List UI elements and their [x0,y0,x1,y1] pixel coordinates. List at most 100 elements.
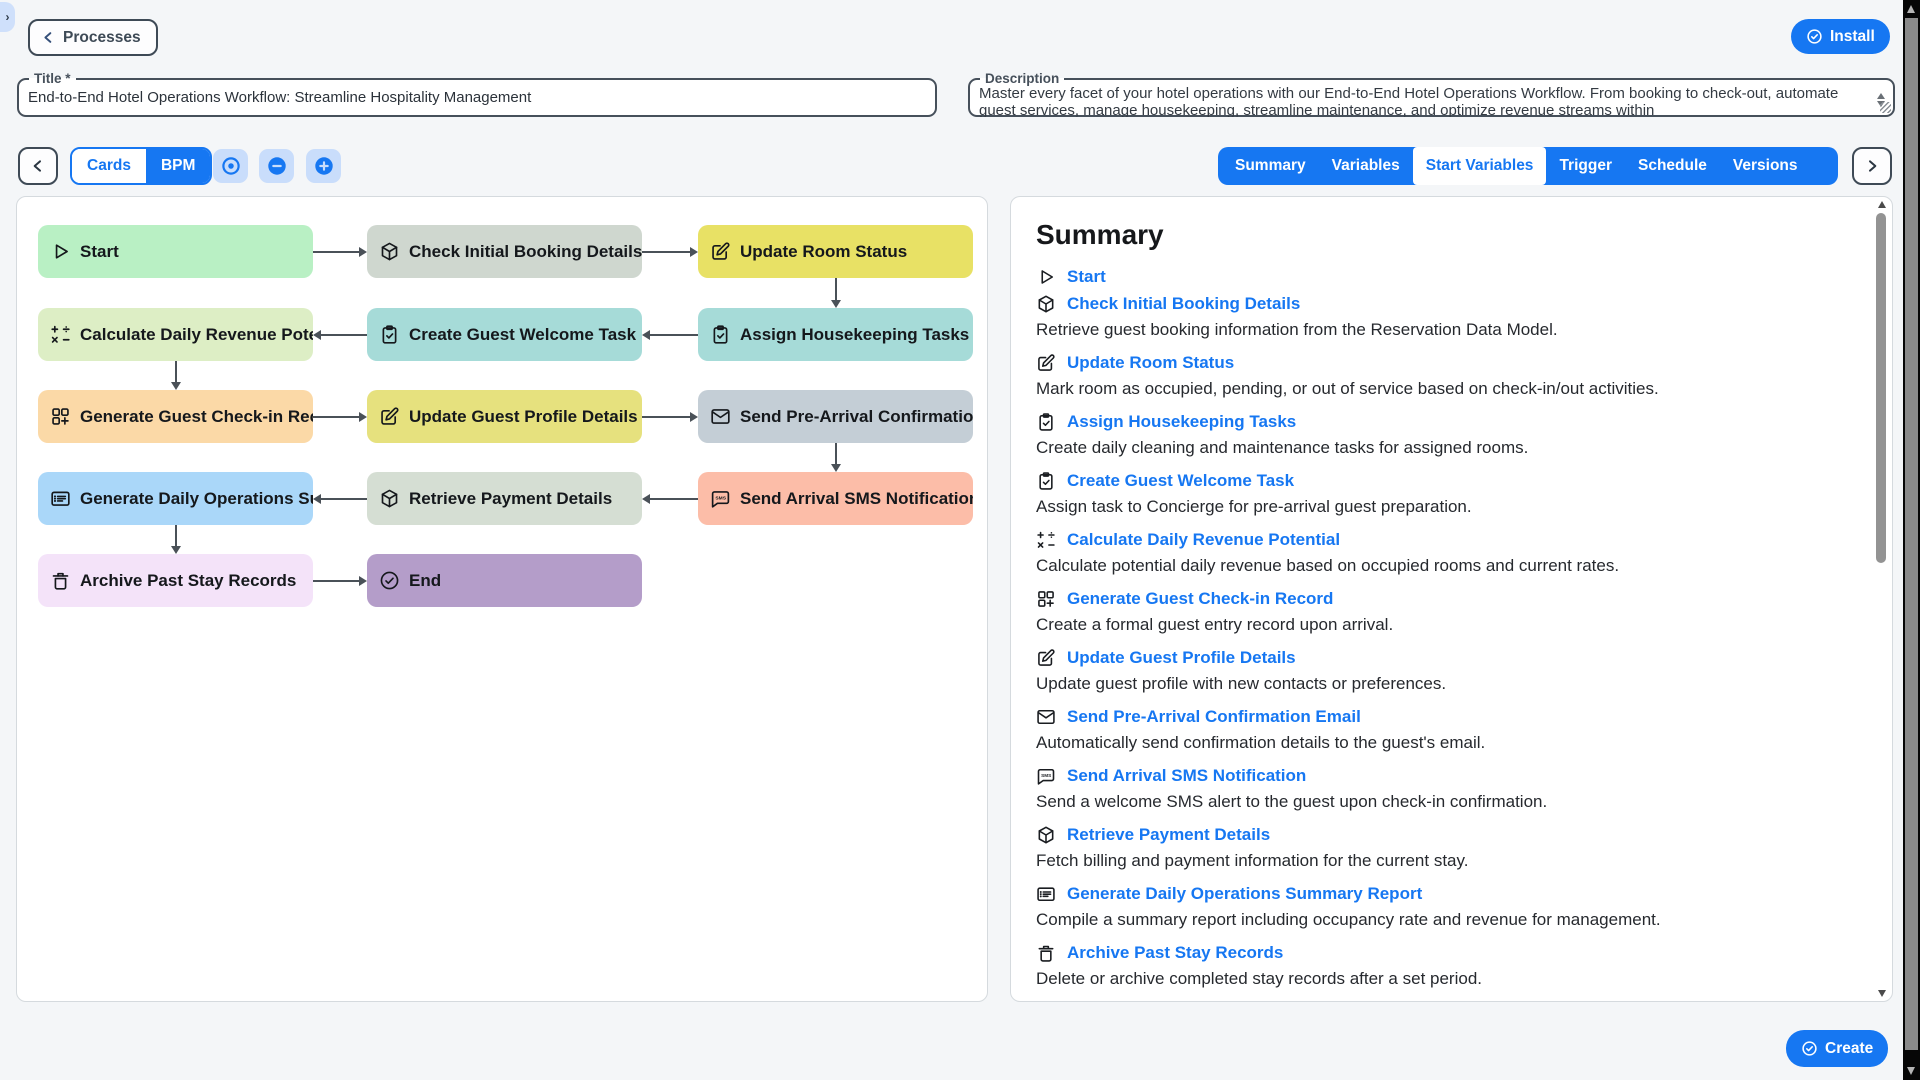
summary-link-send-arrival-sms-notification[interactable]: Send Arrival SMS Notification [1067,766,1306,786]
chevron-left-icon [44,32,52,43]
tab-versions[interactable]: Versions [1720,147,1811,185]
flow-node-archive-past-stay-records[interactable]: Archive Past Stay Records [38,554,313,607]
scroll-up-icon[interactable] [1907,5,1915,13]
card-list-icon [51,491,70,506]
summary-scrollbar-thumb[interactable] [1876,213,1886,563]
sidebar-expand-handle[interactable]: › [0,2,15,32]
summary-item: Archive Past Stay Records Delete or archi… [1036,939,1848,989]
flow-node-send-pre-arrival-confirmation-email[interactable]: Send Pre-Arrival Confirmation Email [698,390,973,443]
tab-start-variables[interactable]: Start Variables [1412,147,1547,185]
flow-node-start[interactable]: Start [38,225,313,278]
summary-link-create-guest-welcome-task[interactable]: Create Guest Welcome Task [1067,471,1294,491]
flow-edge [321,497,367,500]
flow-node-generate-daily-operations-summary-report[interactable]: Generate Daily Operations Summary Report [38,472,313,525]
flow-node-send-arrival-sms-notification[interactable]: SMS Send Arrival SMS Notification [698,472,973,525]
box-icon [1038,826,1054,843]
apps-plus-icon [1038,590,1054,607]
arrowhead-icon [170,546,181,554]
canvas-prev-button[interactable] [18,147,58,185]
box-icon [381,242,398,261]
textarea-resize-grip[interactable] [1880,102,1891,113]
summary-panel: Summary Start Check Initial Booking Detai… [1010,196,1893,1002]
summary-link-retrieve-payment-details[interactable]: Retrieve Payment Details [1067,825,1270,845]
flow-node-assign-housekeeping-tasks[interactable]: Assign Housekeeping Tasks [698,308,973,361]
description-textarea[interactable]: Master every facet of your hotel operati… [979,86,1863,117]
zoom-in-button[interactable] [306,149,341,183]
flow-edge [650,333,698,336]
summary-heading: Summary [1036,219,1164,250]
summary-item: Check Initial Booking Details Retrieve gu… [1036,290,1848,340]
flow-node-generate-guest-check-in-record[interactable]: Generate Guest Check-in Record [38,390,313,443]
minus-circle-icon [267,157,286,175]
summary-link-send-pre-arrival-confirmation-email[interactable]: Send Pre-Arrival Confirmation Email [1067,707,1361,727]
summary-item: Update Guest Profile Details Update guest… [1036,644,1848,694]
summary-list: Start Check Initial Booking Details Retrie… [1036,263,1848,1001]
summary-link-update-guest-profile-details[interactable]: Update Guest Profile Details [1067,648,1296,668]
summary-link-check-initial-booking-details[interactable]: Check Initial Booking Details [1067,294,1300,314]
flow-node-retrieve-payment-details[interactable]: Retrieve Payment Details [367,472,642,525]
tab-summary[interactable]: Summary [1222,147,1319,185]
flow-node-label: Update Guest Profile Details [409,406,638,426]
flow-edge [174,525,177,546]
arrowhead-icon [170,382,181,390]
flow-node-update-room-status[interactable]: Update Room Status [698,225,973,278]
flow-node-calculate-daily-revenue-potential[interactable]: Calculate Daily Revenue Potential [38,308,313,361]
summary-item-row: Create Guest Welcome Task [1036,467,1848,494]
summary-item-description: Compile a summary report including occup… [1036,910,1661,929]
chevron-right-icon: › [5,10,10,24]
summary-link-archive-past-stay-records[interactable]: Archive Past Stay Records [1067,943,1283,963]
envelope-icon [711,409,730,424]
flow-node-label: Check Initial Booking Details [409,241,642,261]
flow-edge [313,579,359,582]
scroll-down-icon[interactable] [1878,990,1886,997]
scroll-down-icon[interactable] [1907,1067,1915,1075]
scroll-up-icon[interactable] [1877,93,1885,99]
flow-canvas[interactable]: Start Check Initial Booking Details Update… [17,197,987,1001]
tabs-next-button[interactable] [1852,147,1892,185]
summary-scrollbar[interactable] [1875,199,1889,999]
flow-node-label: Calculate Daily Revenue Potential [80,324,313,344]
reset-zoom-button[interactable] [213,149,248,183]
flow-node-label: Create Guest Welcome Task [409,324,637,344]
tab-variables[interactable]: Variables [1319,147,1413,185]
tab-schedule[interactable]: Schedule [1625,147,1720,185]
check-circle-icon [1807,29,1822,44]
flow-edge [174,361,177,382]
zoom-out-button[interactable] [259,149,294,183]
summary-link-generate-guest-check-in-record[interactable]: Generate Guest Check-in Record [1067,589,1333,609]
install-button[interactable]: Install [1791,19,1890,54]
summary-item-description: Update guest profile with new contacts o… [1036,674,1447,693]
title-input[interactable] [19,86,935,112]
flow-edge [313,250,359,253]
svg-text:SMS: SMS [715,496,726,502]
flow-node-end[interactable]: End [367,554,642,607]
create-button[interactable]: Create [1786,1030,1889,1067]
page-scrollbar-thumb[interactable] [1905,18,1918,1050]
page-scrollbar[interactable] [1903,0,1920,1080]
summary-item-description: Send a welcome SMS alert to the guest up… [1036,792,1548,811]
arrowhead-icon [359,411,367,422]
edit-icon [1038,648,1055,666]
summary-link-assign-housekeeping-tasks[interactable]: Assign Housekeeping Tasks [1067,412,1296,432]
flow-node-label: Start [80,241,119,261]
summary-item: Assign Housekeeping Tasks Create daily cl… [1036,408,1848,458]
check-circle-icon [380,571,399,590]
summary-link-calculate-daily-revenue-potential[interactable]: Calculate Daily Revenue Potential [1067,530,1340,550]
summary-link-update-room-status[interactable]: Update Room Status [1067,353,1234,373]
summary-link-start[interactable]: Start [1067,267,1106,287]
view-mode-cards[interactable]: Cards [72,149,146,183]
arrowhead-icon [690,411,698,422]
summary-item: Update Room Status Mark room as occupied,… [1036,349,1848,399]
flow-node-create-guest-welcome-task[interactable]: Create Guest Welcome Task [367,308,642,361]
play-icon [1041,269,1054,284]
scroll-up-icon[interactable] [1878,201,1886,208]
back-to-processes-button[interactable]: Processes [28,19,158,56]
summary-item-row: Assign Housekeeping Tasks [1036,408,1848,435]
summary-link-generate-daily-operations-summary-report[interactable]: Generate Daily Operations Summary Report [1067,884,1422,904]
create-button-label: Create [1825,1039,1874,1057]
view-mode-toggle: Cards BPM [70,147,213,185]
tab-trigger[interactable]: Trigger [1546,147,1625,185]
view-mode-bpm[interactable]: BPM [145,149,211,183]
flow-node-check-initial-booking-details[interactable]: Check Initial Booking Details [367,225,642,278]
flow-node-update-guest-profile-details[interactable]: Update Guest Profile Details [367,390,642,443]
